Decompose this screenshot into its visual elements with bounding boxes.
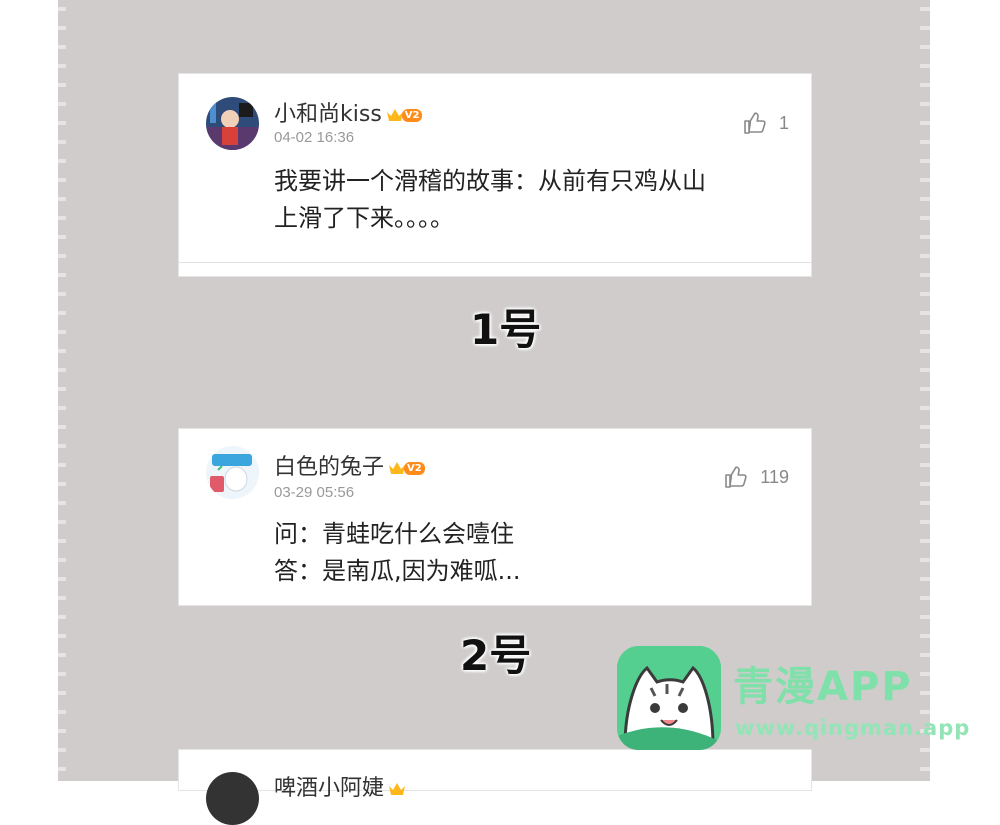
- thumbs-up-icon: [744, 112, 766, 134]
- username[interactable]: 小和尚kiss V2: [274, 96, 423, 128]
- comment-card-1: 小和尚kiss V2 04-02 16:36 1 我要讲一个滑稽的故事：从前有只鸡…: [179, 74, 811, 276]
- comment-card-3: 啤酒小阿婕: [179, 750, 811, 825]
- comment-timestamp: 04-02 16:36: [274, 129, 355, 146]
- vip-badge: V2: [386, 106, 423, 124]
- username[interactable]: 啤酒小阿婕: [274, 770, 406, 802]
- comment-text: 我要讲一个滑稽的故事：从前有只鸡从山 上滑了下来。。。。: [274, 163, 706, 237]
- crown-icon: [389, 783, 406, 795]
- comment-line: 上滑了下来。。。。: [274, 204, 454, 232]
- like-button[interactable]: 119: [724, 465, 789, 489]
- like-count: 1: [778, 112, 789, 133]
- comment-timestamp: 03-29 05:56: [274, 484, 355, 501]
- user-avatar[interactable]: [206, 446, 259, 499]
- ranking-label-1: 1号: [470, 305, 542, 354]
- cat-logo-icon: [617, 646, 721, 750]
- comment-line: 我要讲一个滑稽的故事：从前有只鸡从山: [274, 167, 706, 195]
- username-text[interactable]: 小和尚kiss: [274, 102, 382, 127]
- like-count: 119: [760, 466, 789, 487]
- vip-badge: V2: [388, 459, 425, 477]
- username-text[interactable]: 啤酒小阿婕: [274, 776, 384, 801]
- comment-text: 问：青蛙吃什么会噎住 答：是南瓜,因为难呱...: [274, 516, 521, 590]
- vip-level: V2: [401, 108, 423, 122]
- ranking-label-2: 2号: [460, 631, 532, 680]
- username-text[interactable]: 白色的兔子: [274, 455, 384, 480]
- app-watermark: 青漫APP www.qingman.app: [617, 646, 969, 756]
- watermark-title: 青漫APP: [733, 664, 913, 710]
- divider: [179, 262, 811, 263]
- user-avatar[interactable]: [206, 97, 259, 150]
- like-button[interactable]: 1: [743, 111, 789, 135]
- comment-card-2: 白色的兔子 V2 03-29 05:56 119 问：青蛙吃什么会噎住 答：是南瓜…: [179, 429, 811, 605]
- username[interactable]: 白色的兔子 V2: [274, 449, 425, 481]
- vip-badge: [388, 780, 406, 798]
- comment-line: 问：青蛙吃什么会噎住: [274, 520, 514, 548]
- vip-level: V2: [404, 461, 425, 475]
- watermark-url: www.qingman.app: [735, 716, 971, 740]
- comment-line: 答：是南瓜,因为难呱...: [274, 557, 521, 585]
- thumbs-up-icon: [725, 466, 747, 488]
- user-avatar[interactable]: [206, 772, 259, 825]
